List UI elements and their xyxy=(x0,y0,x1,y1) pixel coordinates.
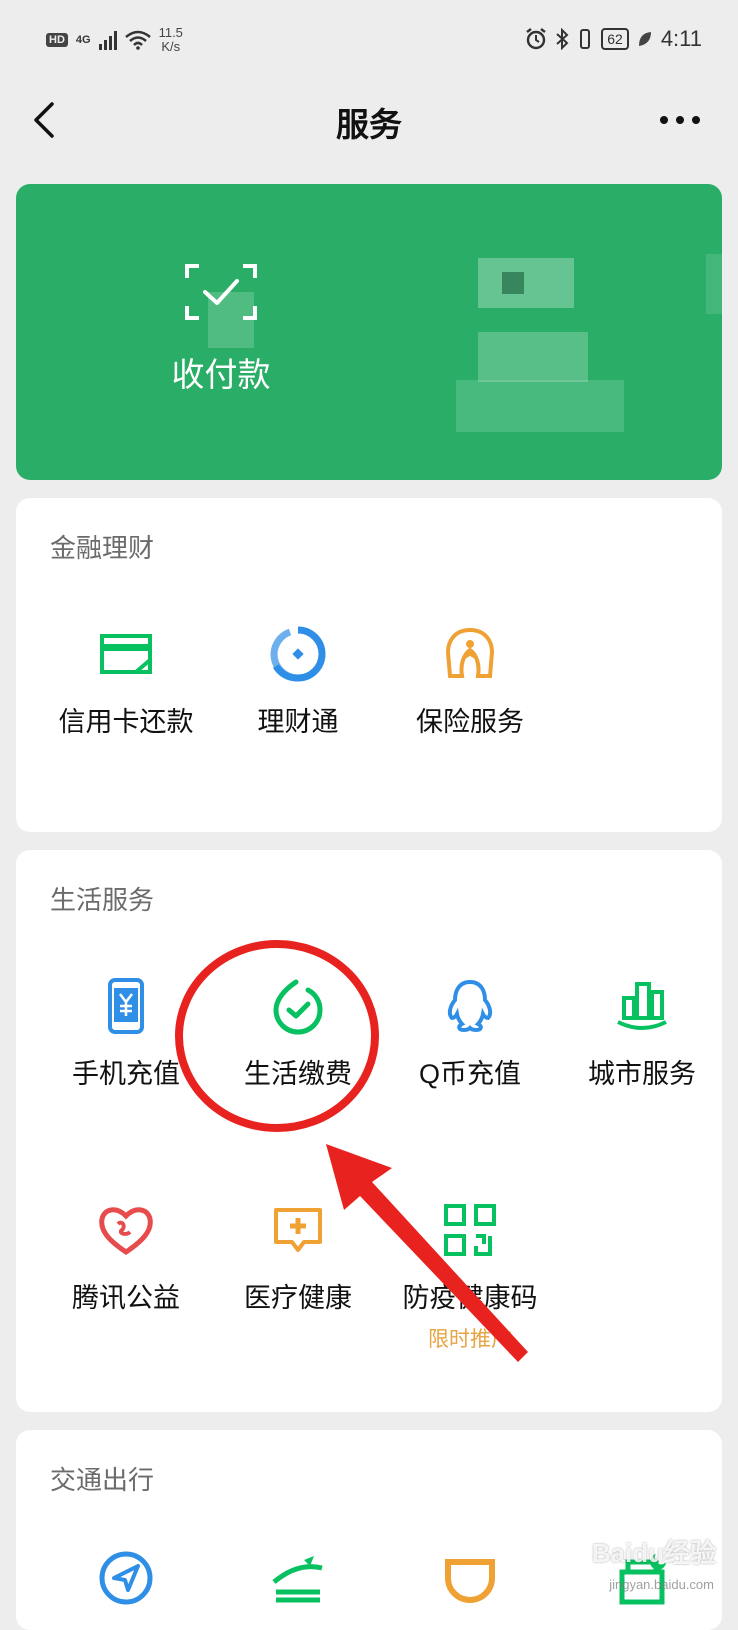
item-label: 城市服务 xyxy=(588,1059,696,1089)
clock: 4:11 xyxy=(660,26,702,51)
leaf-icon xyxy=(638,32,651,46)
section-title-finance: 金融理财 xyxy=(50,533,155,563)
item-label: 信用卡还款 xyxy=(58,707,194,737)
pay-card[interactable]: 收付款 xyxy=(16,184,722,480)
service-utility-bill[interactable]: 生活缴费 xyxy=(212,976,384,1091)
promo-badge: 限时推广 xyxy=(428,1328,512,1351)
service-medical[interactable]: 医疗健康 xyxy=(212,1200,384,1315)
section-title-life: 生活服务 xyxy=(50,885,155,915)
service-didi[interactable] xyxy=(384,1548,556,1608)
navigation-icon xyxy=(99,1551,153,1605)
transport-section: 交通出行 xyxy=(16,1430,722,1630)
service-phone-topup[interactable]: 手机充值 xyxy=(40,976,212,1091)
credit-card-icon xyxy=(100,634,152,674)
service-health-code[interactable]: 防疫健康码 限时推广 xyxy=(384,1200,556,1353)
service-navigation[interactable] xyxy=(40,1548,212,1608)
item-label: 理财通 xyxy=(257,707,339,737)
watermark-sub: jingyan.baidu.com xyxy=(609,1577,714,1592)
charity-heart-icon xyxy=(99,1207,153,1256)
section-title-transport: 交通出行 xyxy=(50,1465,155,1495)
status-right: 62 4:11 xyxy=(525,26,702,52)
watermark: Baidu经验 xyxy=(591,1538,716,1568)
bluetooth-icon xyxy=(556,28,569,50)
more-dots-icon[interactable] xyxy=(658,110,702,130)
service-insurance[interactable]: 保险服务 xyxy=(384,624,556,739)
service-credit-card[interactable]: 信用卡还款 xyxy=(40,624,212,739)
vibrate-icon xyxy=(580,29,591,49)
city-service-icon xyxy=(617,982,667,1030)
alarm-icon xyxy=(526,28,546,50)
battery-level: 62 xyxy=(601,28,629,50)
service-train[interactable] xyxy=(212,1548,384,1608)
service-licaitong[interactable]: 理财通 xyxy=(212,624,384,739)
didi-icon xyxy=(445,1559,495,1603)
item-label: 保险服务 xyxy=(416,707,524,737)
service-city[interactable]: 城市服务 xyxy=(556,976,728,1091)
item-label: 腾讯公益 xyxy=(72,1283,180,1313)
insurance-icon xyxy=(445,627,495,678)
utility-bill-icon xyxy=(273,979,323,1035)
page-title: 服务 xyxy=(336,106,402,143)
status-left: HD 4G 11.5 K/s xyxy=(46,26,183,54)
service-charity[interactable]: 腾讯公益 xyxy=(40,1200,212,1315)
pay-label: 收付款 xyxy=(171,356,271,393)
speed-value: 11.5 xyxy=(158,25,183,40)
speed-unit: K/s xyxy=(161,39,181,54)
licaitong-icon xyxy=(270,626,326,682)
status-bar: HD 4G 11.5 K/s 62 4:11 xyxy=(0,0,738,84)
item-label: 生活缴费 xyxy=(244,1059,352,1089)
signal-icon xyxy=(98,30,117,50)
life-section: 生活服务 手机充值 生活缴费 Q币充值 城市服务 腾讯公益 医疗健康 防疫健康码… xyxy=(16,850,722,1412)
item-label: Q币充值 xyxy=(418,1059,521,1089)
network-type: 4G xyxy=(75,34,91,46)
hd-badge: HD xyxy=(46,33,68,47)
wifi-icon xyxy=(124,30,151,50)
train-ticket-icon xyxy=(272,1556,323,1603)
finance-section: 金融理财 信用卡还款 理财通 保险服务 xyxy=(16,498,722,832)
item-label: 医疗健康 xyxy=(244,1283,352,1313)
item-label: 手机充值 xyxy=(72,1059,180,1089)
navigation-bar: 服务 xyxy=(0,84,738,156)
network-speed: 11.5 K/s xyxy=(159,26,183,54)
phone-topup-icon xyxy=(108,978,144,1034)
medical-icon xyxy=(274,1208,322,1252)
qq-icon xyxy=(447,979,493,1033)
qr-code-icon xyxy=(444,1204,496,1256)
service-q-coin[interactable]: Q币充值 xyxy=(384,976,556,1091)
item-label: 防疫健康码 xyxy=(402,1283,538,1313)
